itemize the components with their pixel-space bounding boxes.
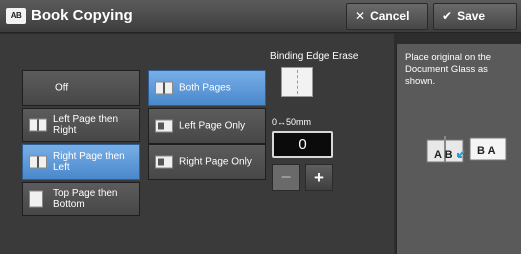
option-left-then-right[interactable]: Left Page then Right [22,108,140,142]
portrait-book-icon [29,190,43,208]
increase-button[interactable]: + [305,164,333,191]
page-title: Book Copying [31,7,133,24]
both-pages-icon [155,81,173,95]
option-right-then-left-label: Right Page then Left [53,151,125,173]
book-copy-icon: AB [6,8,26,24]
cancel-button[interactable]: ✕ Cancel [346,3,428,30]
option-off[interactable]: Off [22,70,140,106]
decrease-button[interactable]: − [272,164,300,191]
placement-hint: Place original on the Document Glass as … [405,52,492,87]
option-top-then-bottom[interactable]: Top Page then Bottom [22,182,140,216]
open-book-icon [29,118,47,132]
option-top-then-bottom-label: Top Page then Bottom [53,188,118,210]
save-label: Save [457,9,486,23]
cancel-label: Cancel [370,9,410,23]
option-both-pages[interactable]: Both Pages [148,70,266,106]
option-right-page-only-label: Right Page Only [179,156,252,168]
right-page-icon [155,155,173,169]
option-right-page-only[interactable]: Right Page Only [148,144,266,180]
option-left-page-only-label: Left Page Only [179,120,246,132]
binding-edge-icon [281,67,313,97]
option-left-then-right-label: Left Page then Right [53,114,119,136]
open-book-icon [29,155,47,169]
diagram-left-text: A B [434,149,453,161]
binding-edge-erase-title: Binding Edge Erase [270,51,359,62]
option-right-then-left[interactable]: Right Page then Left [22,144,140,180]
left-page-icon [155,119,173,133]
close-icon: ✕ [355,9,366,23]
title-bar: AB Book Copying ✕ Cancel ✔ Save [0,0,521,33]
option-both-pages-label: Both Pages [179,82,231,94]
binding-range: 0↔50mm [272,117,312,127]
binding-value-field[interactable]: 0 [272,131,333,158]
save-button[interactable]: ✔ Save [433,3,517,30]
placement-diagram-icon: A B B A [426,136,507,163]
option-off-label: Off [55,82,69,94]
check-icon: ✔ [442,9,453,23]
diagram-right-text: B A [477,145,496,157]
option-left-page-only[interactable]: Left Page Only [148,108,266,144]
